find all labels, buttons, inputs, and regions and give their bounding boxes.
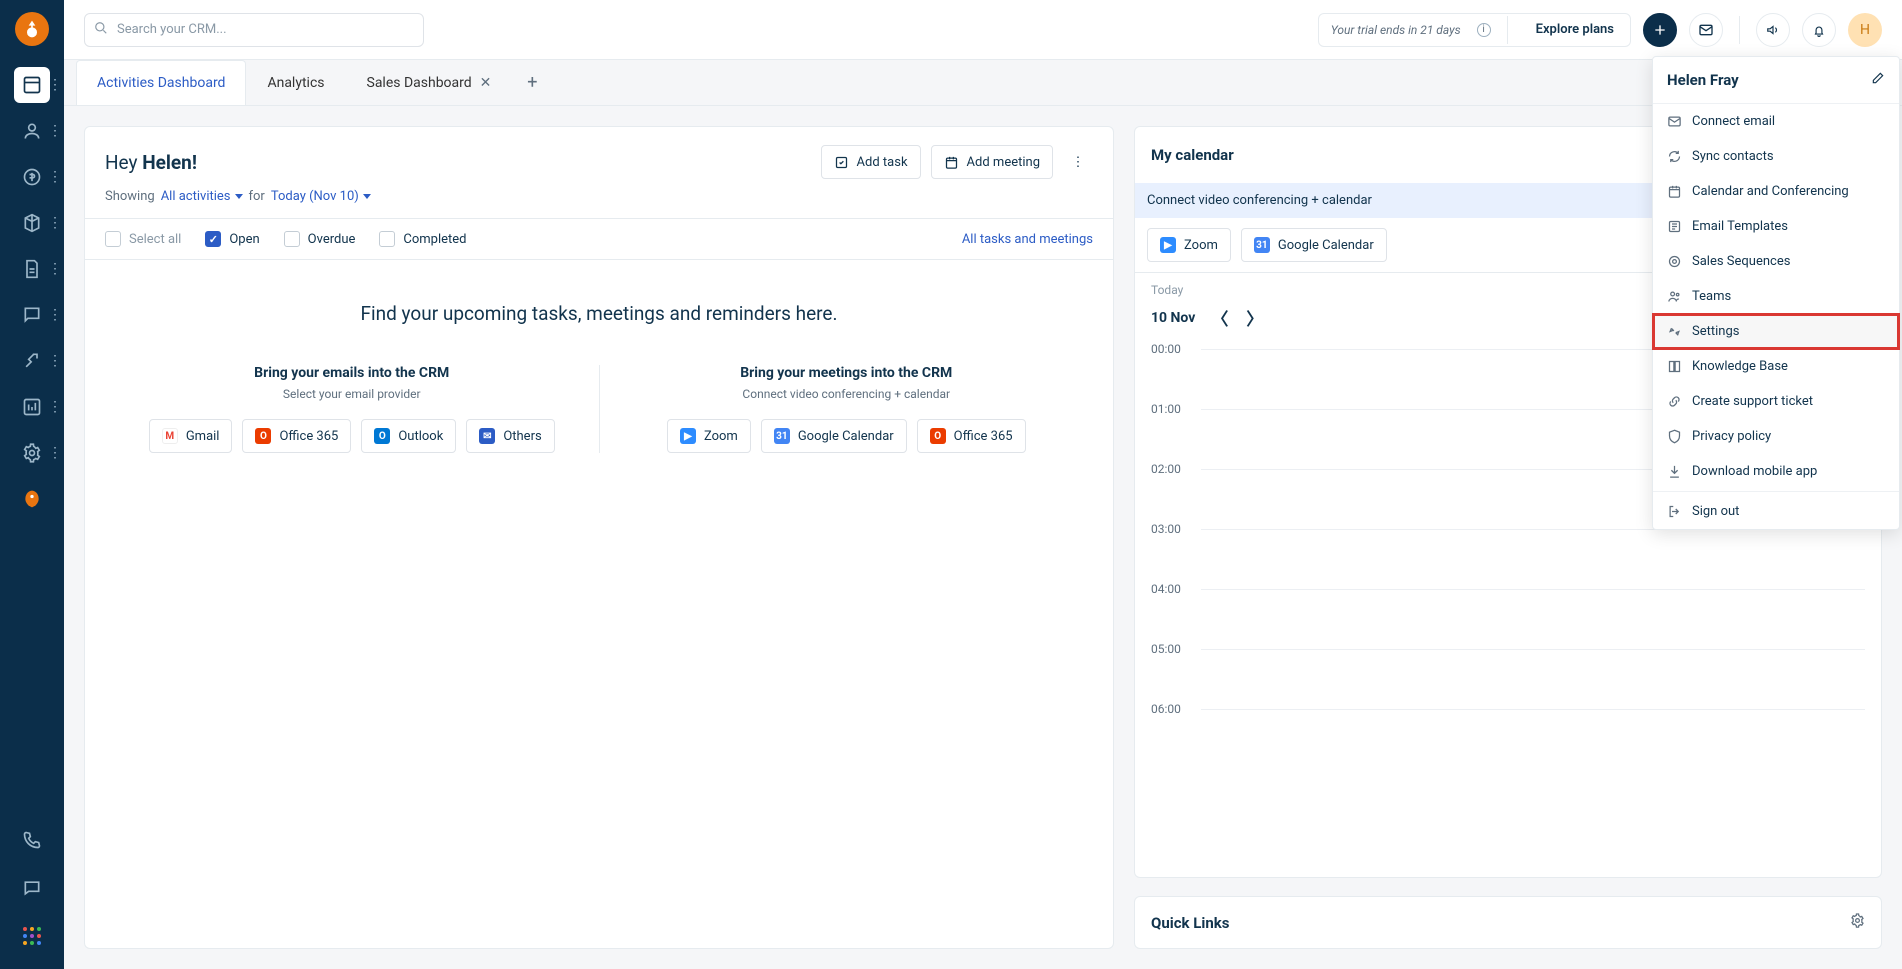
tabs-row: Activities Dashboard Analytics Sales Das… bbox=[64, 60, 1902, 106]
calendar-title: My calendar bbox=[1151, 146, 1234, 164]
menu-teams[interactable]: Teams bbox=[1653, 279, 1899, 314]
quick-links-title: Quick Links bbox=[1151, 914, 1229, 932]
nav-conversations[interactable]: ⋮ bbox=[14, 297, 50, 333]
profile-menu: Helen Fray Connect email Sync contacts C… bbox=[1652, 56, 1900, 530]
quick-links-panel: Quick Links bbox=[1134, 896, 1882, 949]
hour-label: 06:00 bbox=[1151, 702, 1191, 716]
hour-label: 03:00 bbox=[1151, 522, 1191, 536]
provider-outlook[interactable]: OOutlook bbox=[361, 419, 456, 453]
menu-email-templates[interactable]: Email Templates bbox=[1653, 209, 1899, 244]
profile-name: Helen Fray bbox=[1667, 71, 1739, 89]
nav-settings[interactable]: ⋮ bbox=[14, 435, 50, 471]
filters-row: Showing All activities for Today (Nov 10… bbox=[85, 189, 1113, 218]
calendar-date: 10 Nov bbox=[1151, 310, 1195, 326]
nav-rocket[interactable] bbox=[14, 481, 50, 517]
nav-products[interactable]: ⋮ bbox=[14, 205, 50, 241]
provider-gmail[interactable]: MGmail bbox=[149, 419, 233, 453]
nav-apps[interactable] bbox=[14, 918, 50, 954]
edit-profile-icon[interactable] bbox=[1871, 71, 1885, 89]
nav-journeys[interactable]: ⋮ bbox=[14, 343, 50, 379]
close-icon[interactable]: ✕ bbox=[480, 75, 492, 91]
chevron-down-icon bbox=[235, 194, 243, 199]
tab-label: Analytics bbox=[267, 75, 324, 91]
quick-add-button[interactable] bbox=[1643, 13, 1677, 47]
email-icon[interactable] bbox=[1689, 13, 1723, 47]
tab-activities-dashboard[interactable]: Activities Dashboard bbox=[76, 60, 246, 105]
calendar-prev-button[interactable]: 〈 bbox=[1209, 303, 1230, 332]
menu-sign-out[interactable]: Sign out bbox=[1653, 494, 1899, 529]
profile-avatar[interactable]: H bbox=[1848, 13, 1882, 47]
add-tab-button[interactable]: + bbox=[512, 60, 552, 105]
menu-download-mobile-app[interactable]: Download mobile app bbox=[1653, 454, 1899, 489]
menu-settings[interactable]: Settings bbox=[1653, 314, 1899, 349]
menu-privacy-policy[interactable]: Privacy policy bbox=[1653, 419, 1899, 454]
quick-links-settings-icon[interactable] bbox=[1850, 913, 1865, 932]
hour-label: 01:00 bbox=[1151, 402, 1191, 416]
provider-office365[interactable]: OOffice 365 bbox=[242, 419, 351, 453]
add-task-button[interactable]: Add task bbox=[821, 145, 921, 179]
hour-label: 04:00 bbox=[1151, 582, 1191, 596]
nav-reports[interactable]: ⋮ bbox=[14, 389, 50, 425]
calendar-gcal-btn[interactable]: 31Google Calendar bbox=[1241, 228, 1387, 262]
filter-completed-checkbox[interactable]: Completed bbox=[379, 231, 466, 247]
tab-sales-dashboard[interactable]: Sales Dashboard ✕ bbox=[346, 60, 513, 105]
nav-chat[interactable] bbox=[14, 870, 50, 906]
add-meeting-button[interactable]: Add meeting bbox=[931, 145, 1053, 179]
calendar-next-button[interactable]: 〉 bbox=[1244, 303, 1265, 332]
select-all-checkbox[interactable]: Select all bbox=[105, 231, 181, 247]
filter-overdue-checkbox[interactable]: Overdue bbox=[284, 231, 356, 247]
meetings-card-sub: Connect video conferencing + calendar bbox=[630, 387, 1064, 401]
menu-calendar-conferencing[interactable]: Calendar and Conferencing bbox=[1653, 174, 1899, 209]
menu-sales-sequences[interactable]: Sales Sequences bbox=[1653, 244, 1899, 279]
brand-logo[interactable] bbox=[15, 12, 49, 46]
app-launcher-icon bbox=[23, 927, 41, 945]
filter-open-checkbox[interactable]: Open bbox=[205, 231, 259, 247]
menu-knowledge-base[interactable]: Knowledge Base bbox=[1653, 349, 1899, 384]
trial-banner: Your trial ends in 21 days i Explore pla… bbox=[1318, 13, 1631, 47]
activities-panel: Hey Helen! Add task Add meeting ⋮ bbox=[84, 126, 1114, 949]
more-actions-button[interactable]: ⋮ bbox=[1063, 145, 1093, 179]
info-icon[interactable]: i bbox=[1477, 23, 1491, 37]
provider-others[interactable]: ✉Others bbox=[466, 419, 554, 453]
filter-date-dropdown[interactable]: Today (Nov 10) bbox=[271, 189, 371, 204]
notifications-icon[interactable] bbox=[1802, 13, 1836, 47]
nav-deals[interactable]: ⋮ bbox=[14, 159, 50, 195]
emails-card-sub: Select your email provider bbox=[135, 387, 569, 401]
explore-plans-button[interactable]: Explore plans bbox=[1524, 16, 1626, 44]
topbar: Your trial ends in 21 days i Explore pla… bbox=[64, 0, 1902, 60]
provider-google-calendar[interactable]: 31Google Calendar bbox=[761, 419, 907, 453]
search-icon bbox=[94, 21, 108, 39]
left-nav: ⋮ ⋮ ⋮ ⋮ ⋮ ⋮ ⋮ ⋮ ⋮ bbox=[0, 0, 64, 969]
chevron-down-icon bbox=[363, 194, 371, 199]
provider-zoom[interactable]: ▶Zoom bbox=[667, 419, 751, 453]
emails-card-title: Bring your emails into the CRM bbox=[135, 365, 569, 381]
empty-headline: Find your upcoming tasks, meetings and r… bbox=[105, 302, 1093, 325]
all-tasks-link[interactable]: All tasks and meetings bbox=[962, 232, 1093, 247]
nav-dashboard[interactable]: ⋮ bbox=[14, 67, 50, 103]
tab-analytics[interactable]: Analytics bbox=[246, 60, 345, 105]
calendar-zoom-btn[interactable]: ▶Zoom bbox=[1147, 228, 1231, 262]
tab-label: Sales Dashboard bbox=[367, 75, 472, 91]
meetings-card-title: Bring your meetings into the CRM bbox=[630, 365, 1064, 381]
greeting: Hey Helen! bbox=[105, 151, 197, 174]
tab-label: Activities Dashboard bbox=[97, 75, 225, 91]
hour-label: 00:00 bbox=[1151, 342, 1191, 356]
provider-office365-cal[interactable]: OOffice 365 bbox=[917, 419, 1026, 453]
filter-activities-dropdown[interactable]: All activities bbox=[161, 189, 243, 204]
announcements-icon[interactable] bbox=[1756, 13, 1790, 47]
menu-connect-email[interactable]: Connect email bbox=[1653, 104, 1899, 139]
nav-documents[interactable]: ⋮ bbox=[14, 251, 50, 287]
nav-contacts[interactable]: ⋮ bbox=[14, 113, 50, 149]
search-input[interactable] bbox=[84, 13, 424, 47]
menu-create-support-ticket[interactable]: Create support ticket bbox=[1653, 384, 1899, 419]
menu-sync-contacts[interactable]: Sync contacts bbox=[1653, 139, 1899, 174]
nav-phone[interactable] bbox=[14, 822, 50, 858]
trial-text: Your trial ends in 21 days bbox=[1331, 23, 1461, 37]
hour-label: 02:00 bbox=[1151, 462, 1191, 476]
hour-label: 05:00 bbox=[1151, 642, 1191, 656]
